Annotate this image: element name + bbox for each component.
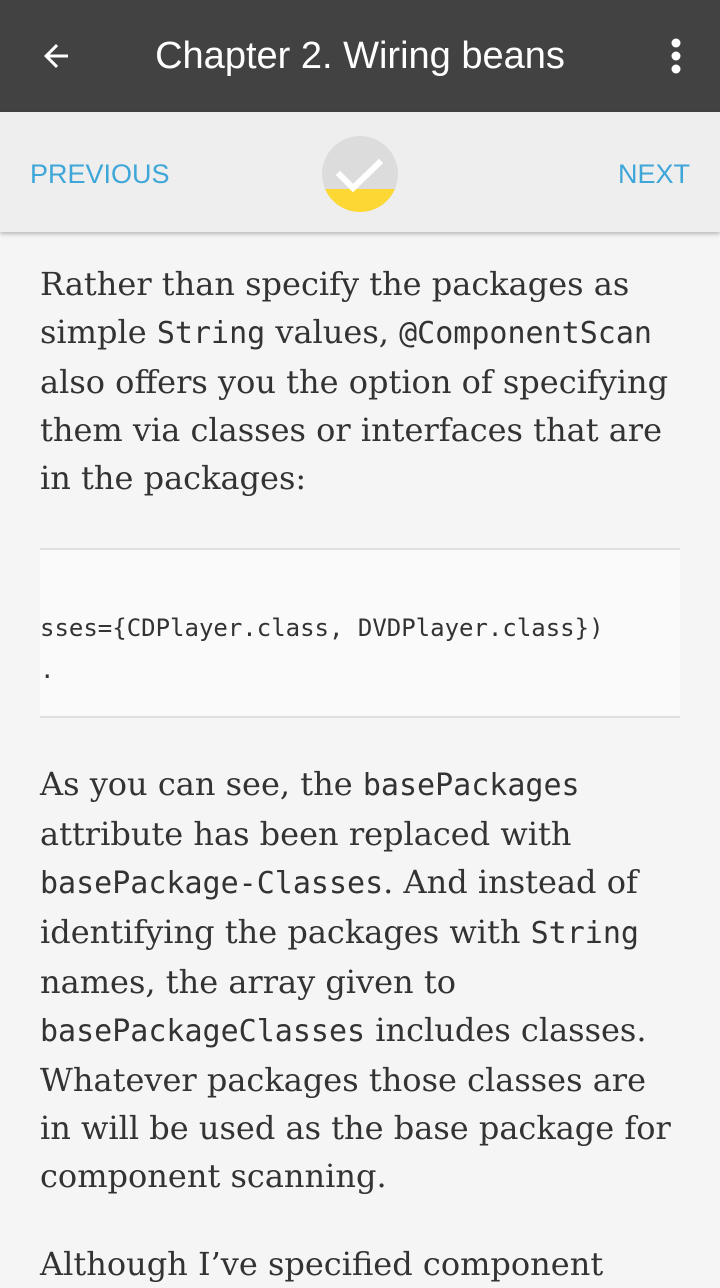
inline-code: basePackageClasses xyxy=(40,1014,366,1049)
text: values, xyxy=(265,313,400,351)
previous-button[interactable]: PREVIOUS xyxy=(30,152,170,196)
code-line: . xyxy=(40,656,55,684)
inline-code: @ComponentScan xyxy=(399,316,652,351)
inline-code: String xyxy=(156,316,266,351)
app-bar: Chapter 2. Wiring beans xyxy=(0,0,720,112)
text: names, the array given to xyxy=(40,963,456,1001)
text: As you can see, the xyxy=(40,765,363,803)
inline-code: basePackages xyxy=(362,768,580,803)
more-vert-icon xyxy=(671,38,681,74)
chapter-nav-bar: PREVIOUS NEXT xyxy=(0,112,720,232)
check-icon xyxy=(335,158,384,193)
page-title: Chapter 2. Wiring beans xyxy=(155,34,565,77)
paragraph: Although I’ve specified component xyxy=(40,1240,680,1288)
code-line: sses={CDPlayer.class, DVDPlayer.class}) xyxy=(40,614,604,642)
paragraph: As you can see, the basePackages attribu… xyxy=(40,760,680,1200)
next-button[interactable]: NEXT xyxy=(618,152,690,196)
back-button[interactable] xyxy=(26,30,86,82)
paragraph: Rather than specify the packages as simp… xyxy=(40,260,680,502)
text: also offers you the option of specifying… xyxy=(40,363,669,497)
code-block[interactable]: sses={CDPlayer.class, DVDPlayer.class}) … xyxy=(40,548,680,718)
reader-content: Rather than specify the packages as simp… xyxy=(40,232,680,1288)
text: attribute has been replaced with xyxy=(40,815,572,853)
inline-code: basePackage-Classes xyxy=(40,866,384,901)
progress-indicator[interactable] xyxy=(322,136,398,212)
inline-code: String xyxy=(530,916,639,951)
arrow-back-icon xyxy=(44,44,68,68)
overflow-menu-button[interactable] xyxy=(656,30,696,82)
text: Although I’ve specified component xyxy=(40,1245,604,1283)
